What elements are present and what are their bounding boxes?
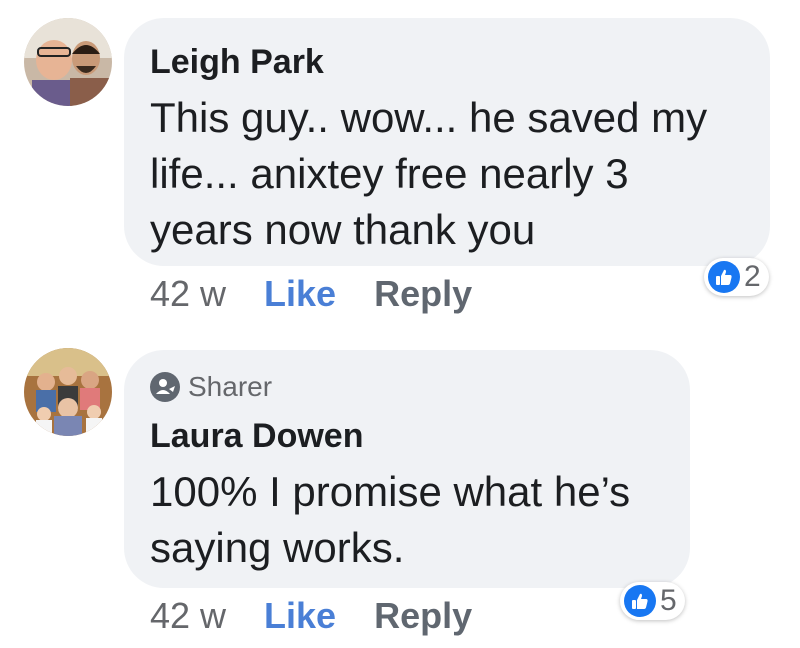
comment-2: Sharer Laura Dowen 100% I promise what h…: [0, 0, 800, 648]
reaction-summary[interactable]: 5: [620, 582, 685, 620]
comment-bubble: Sharer Laura Dowen 100% I promise what h…: [124, 350, 690, 588]
thumbs-up-icon: [624, 585, 656, 617]
reaction-count: 5: [660, 584, 677, 617]
comment-actions: 42 w Like Reply: [150, 594, 472, 638]
reply-button[interactable]: Reply: [374, 594, 472, 638]
avatar[interactable]: [24, 348, 112, 436]
like-button[interactable]: Like: [264, 594, 336, 638]
person-icon: [150, 372, 180, 402]
comments-thread: Leigh Park This guy.. wow... he saved my…: [0, 0, 800, 648]
sharer-label: Sharer: [188, 371, 273, 402]
sharer-badge: Sharer: [150, 370, 664, 404]
comment-timestamp[interactable]: 42 w: [150, 594, 226, 638]
comment-text: 100% I promise what he’s saying works.: [150, 468, 631, 571]
comment-author[interactable]: Laura Dowen: [150, 416, 664, 456]
